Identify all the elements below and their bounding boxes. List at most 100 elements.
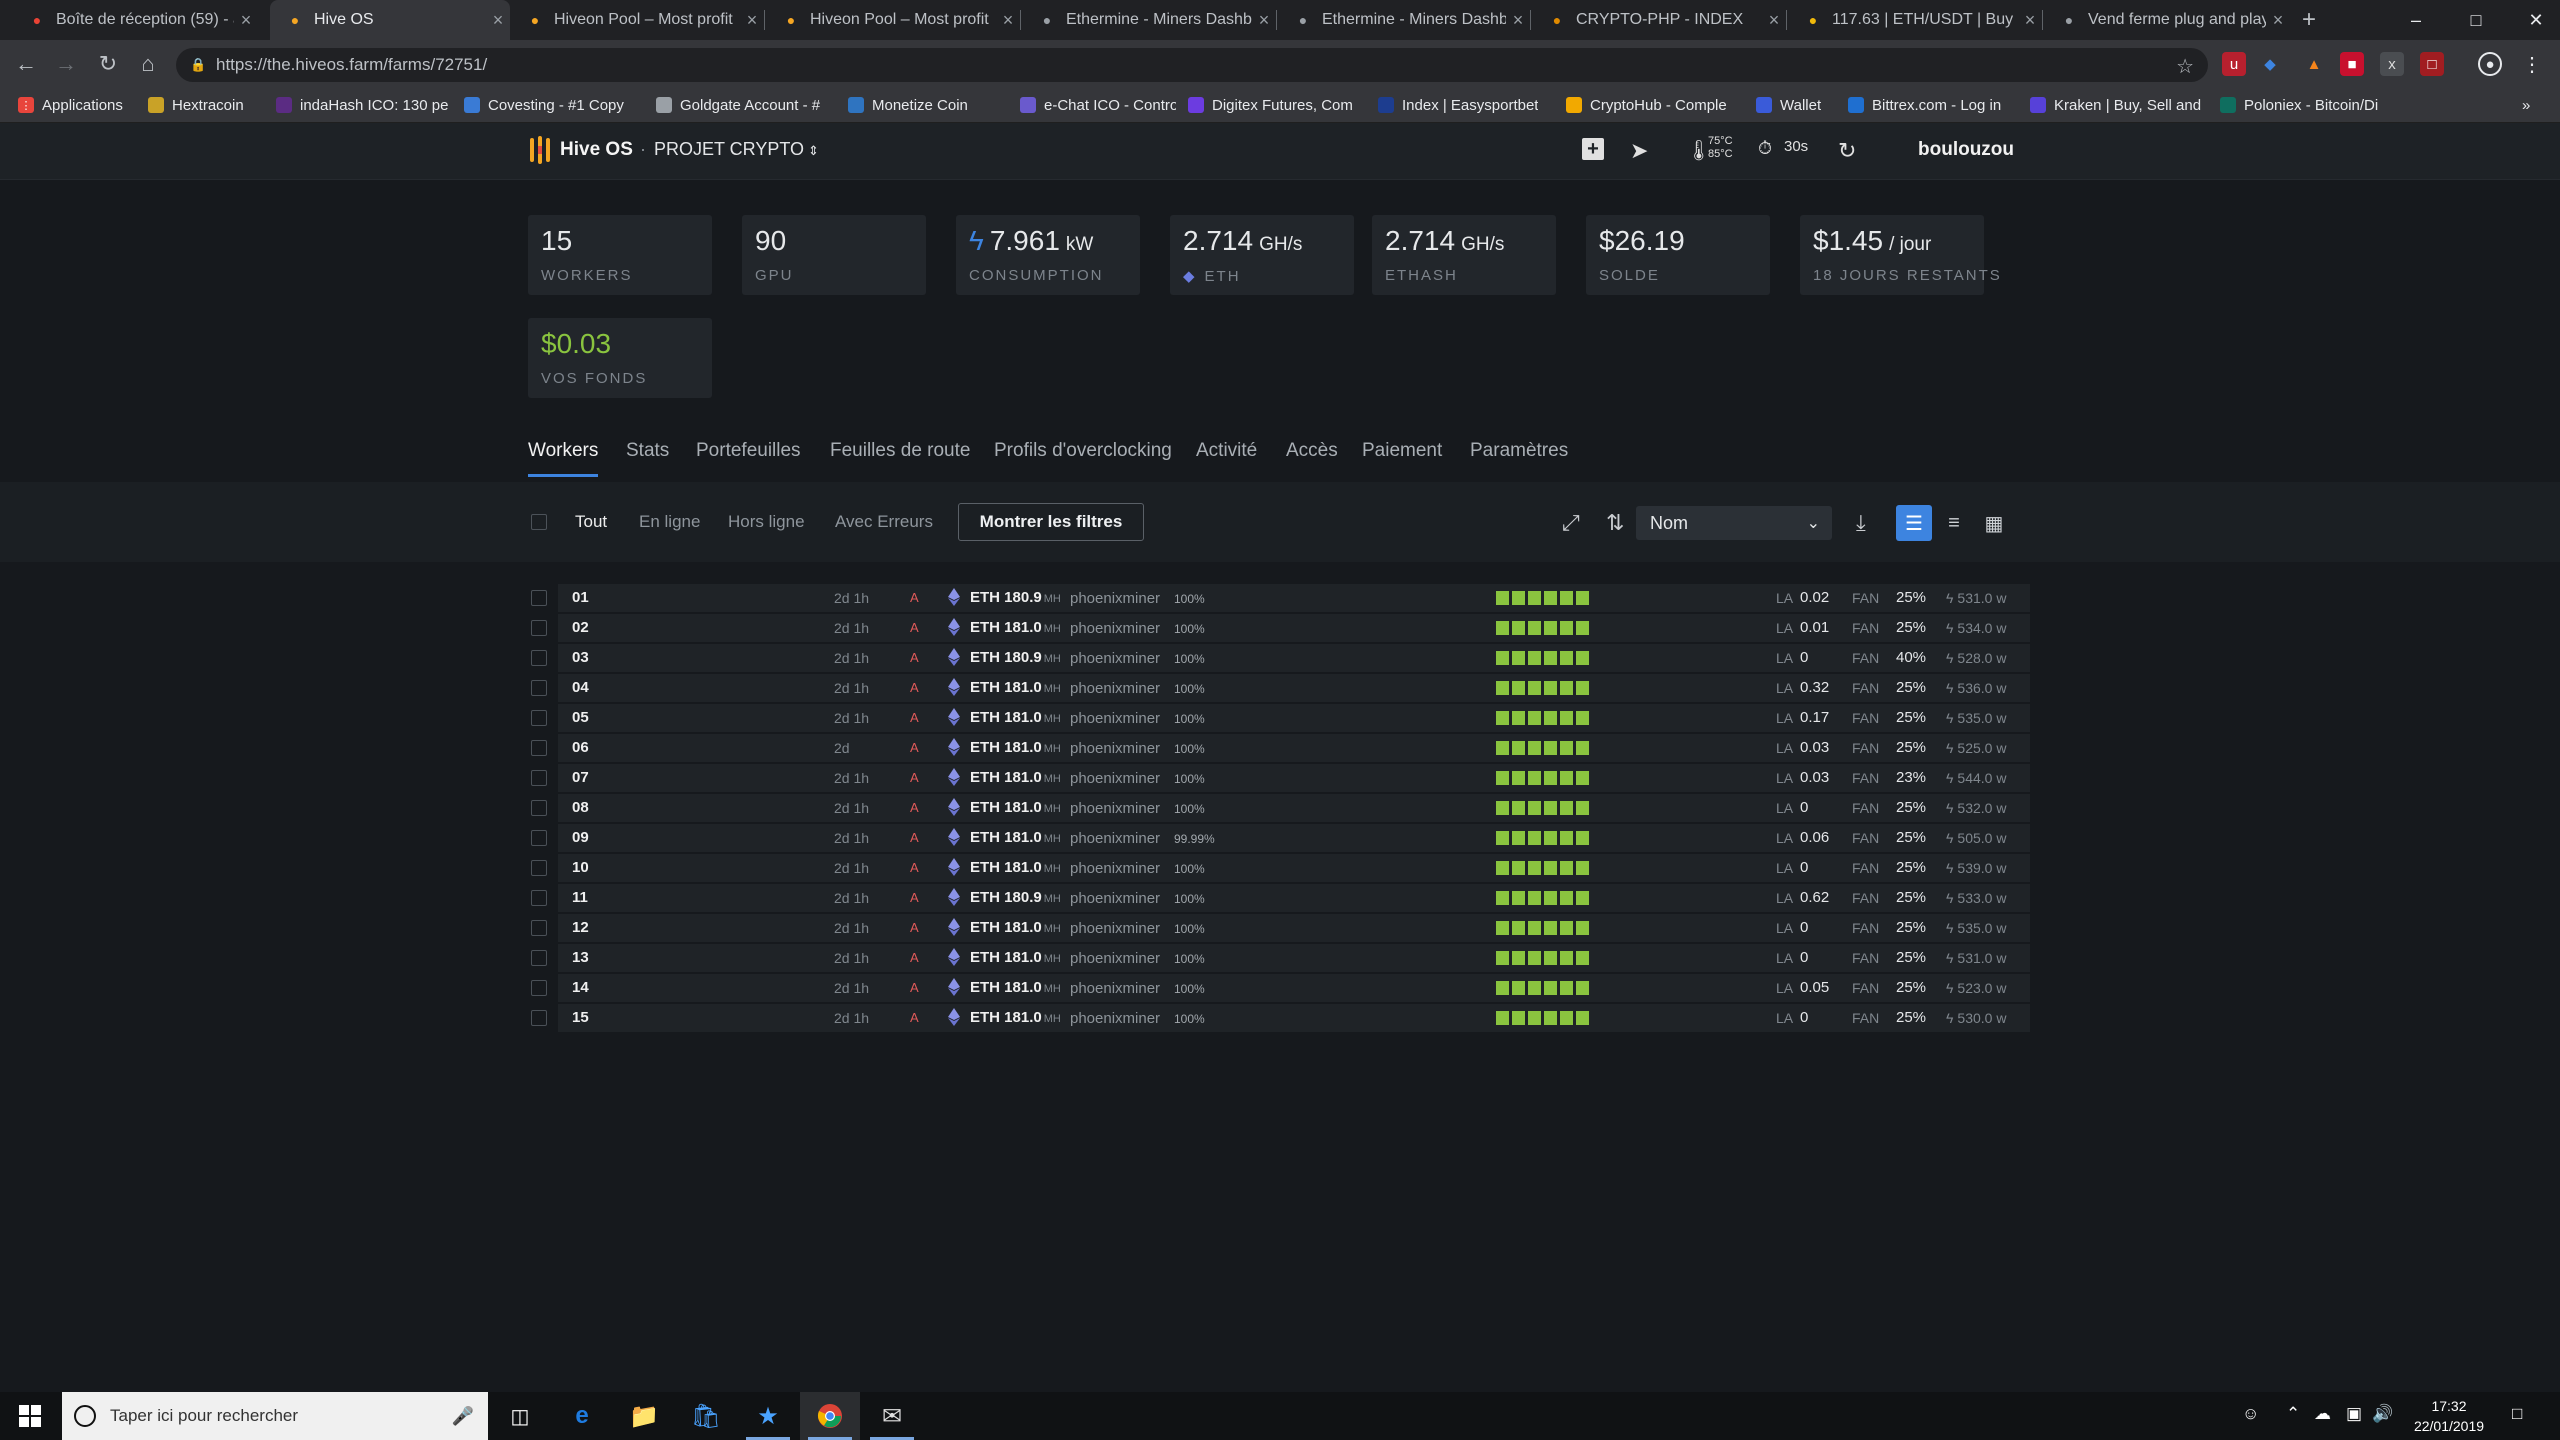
close-window-icon[interactable]: ✕ [2506, 0, 2560, 40]
worker-row[interactable]: 12 2d 1h A ETH 181.0 MH phoenixminer 100% LA 0 FA… [558, 914, 2030, 942]
worker-row[interactable]: 05 2d 1h A ETH 181.0 MH phoenixminer 100% LA 0.1… [558, 704, 2030, 732]
taskbar-clock[interactable]: 17:32 22/01/2019 [2410, 1396, 2488, 1436]
rocket-icon[interactable]: ➤ [1630, 138, 1648, 164]
hiveos-logo[interactable]: Hive OS [528, 136, 633, 164]
browser-tab[interactable]: ● Hiveon Pool – Most profit × [510, 0, 764, 40]
mail-app-icon[interactable]: ✉ [862, 1392, 922, 1440]
bookmark-item[interactable]: Poloniex - Bitcoin/Di [2220, 94, 2378, 116]
maximize-icon[interactable]: □ [2446, 0, 2506, 40]
bookmark-item[interactable]: Hextracoin [148, 94, 244, 116]
bookmark-item[interactable]: Covesting - #1 Copy [464, 94, 624, 116]
worker-row[interactable]: 14 2d 1h A ETH 181.0 MH phoenixminer 100% LA 0.0… [558, 974, 2030, 1002]
extension-gray-icon[interactable]: x [2380, 52, 2404, 76]
profile-avatar-icon[interactable]: ● [2478, 52, 2502, 76]
browser-tab[interactable]: ● Ethermine - Miners Dashb × [1278, 0, 1530, 40]
worker-name[interactable]: 03 [572, 649, 589, 666]
worker-name[interactable]: 10 [572, 859, 589, 876]
tab-profils-d-overclocking[interactable]: Profils d'overclocking [994, 440, 1172, 462]
worker-row[interactable]: 11 2d 1h A ETH 180.9 MH phoenixminer 100% LA 0.6… [558, 884, 2030, 912]
home-icon[interactable]: ⌂ [136, 51, 160, 76]
worker-checkbox[interactable] [531, 950, 547, 966]
farm-selector[interactable]: · PROJET CRYPTO ⇕ [640, 139, 819, 160]
close-tab-icon[interactable]: × [740, 10, 764, 31]
bookmark-item[interactable]: ⋮ Applications [18, 94, 123, 116]
bookmark-item[interactable]: Monetize Coin [848, 94, 968, 116]
worker-checkbox[interactable] [531, 770, 547, 786]
browser-tab[interactable]: ● CRYPTO-PHP - INDEX × [1532, 0, 1786, 40]
close-tab-icon[interactable]: × [2018, 10, 2042, 31]
list-view-button[interactable]: ☰ [1896, 505, 1932, 541]
filter-hors-ligne[interactable]: Hors ligne [728, 512, 805, 532]
bookmark-item[interactable]: Goldgate Account - # [656, 94, 820, 116]
windows-start-icon[interactable] [0, 1392, 60, 1440]
worker-name[interactable]: 07 [572, 769, 589, 786]
worker-checkbox[interactable] [531, 590, 547, 606]
close-tab-icon[interactable]: × [1506, 10, 1530, 31]
worker-row[interactable]: 07 2d 1h A ETH 181.0 MH phoenixminer 100% LA 0.0… [558, 764, 2030, 792]
worker-row[interactable]: 10 2d 1h A ETH 181.0 MH phoenixminer 100% LA 0 FA… [558, 854, 2030, 882]
browser-tab[interactable]: ● Boîte de réception (59) - a × [12, 0, 258, 40]
tab-workers[interactable]: Workers [528, 440, 598, 462]
worker-name[interactable]: 05 [572, 709, 589, 726]
network-icon[interactable]: ▣ [2346, 1404, 2362, 1424]
app-icon-blue[interactable]: ★ [738, 1392, 798, 1440]
worker-checkbox[interactable] [531, 1010, 547, 1026]
edge-icon[interactable]: e [552, 1392, 612, 1440]
close-tab-icon[interactable]: × [1252, 10, 1276, 31]
tab-stats[interactable]: Stats [626, 440, 669, 462]
tab-param-tres[interactable]: Paramètres [1470, 440, 1568, 462]
worker-row[interactable]: 09 2d 1h A ETH 181.0 MH phoenixminer 99.99% LA 0… [558, 824, 2030, 852]
worker-checkbox[interactable] [531, 920, 547, 936]
chrome-icon[interactable] [800, 1392, 860, 1440]
bookmark-item[interactable]: Digitex Futures, Com [1188, 94, 1353, 116]
worker-checkbox[interactable] [531, 650, 547, 666]
worker-name[interactable]: 11 [572, 889, 588, 906]
worker-name[interactable]: 04 [572, 679, 589, 696]
close-tab-icon[interactable]: × [2266, 10, 2290, 31]
store-icon[interactable]: 🛍 [676, 1392, 736, 1440]
browser-tab[interactable]: ● 117.63 | ETH/USDT | Buy E × [1788, 0, 2042, 40]
tab-portefeuilles[interactable]: Portefeuilles [696, 440, 801, 462]
worker-name[interactable]: 15 [572, 1009, 589, 1026]
extension-red-icon[interactable]: ■ [2340, 52, 2364, 76]
tab-activit-[interactable]: Activité [1196, 440, 1257, 462]
worker-row[interactable]: 13 2d 1h A ETH 181.0 MH phoenixminer 100% LA 0 FA… [558, 944, 2030, 972]
tray-chevron-icon[interactable]: ⌃ [2286, 1404, 2300, 1424]
back-icon[interactable]: ← [14, 51, 38, 76]
worker-name[interactable]: 08 [572, 799, 589, 816]
worker-checkbox[interactable] [531, 980, 547, 996]
tab-acc-s[interactable]: Accès [1286, 440, 1338, 462]
bookmark-item[interactable]: e-Chat ICO - Control [1020, 94, 1176, 116]
expand-icon[interactable]: ⤢ [1562, 510, 1580, 536]
close-tab-icon[interactable]: × [234, 10, 258, 31]
worker-checkbox[interactable] [531, 740, 547, 756]
worker-row[interactable]: 15 2d 1h A ETH 181.0 MH phoenixminer 100% LA 0 FA… [558, 1004, 2030, 1032]
browser-tab[interactable]: ● Hiveon Pool – Most profit × [766, 0, 1020, 40]
compact-view-button[interactable]: ≡ [1936, 505, 1972, 541]
worker-name[interactable]: 01 [572, 589, 589, 606]
close-tab-icon[interactable]: × [996, 10, 1020, 31]
onedrive-icon[interactable]: ☁ [2314, 1404, 2331, 1424]
file-explorer-icon[interactable]: 📁 [614, 1392, 674, 1440]
grid-view-button[interactable]: ▦ [1976, 505, 2012, 541]
download-icon[interactable]: ⤓ [1856, 510, 1866, 536]
worker-name[interactable]: 09 [572, 829, 589, 846]
worker-checkbox[interactable] [531, 800, 547, 816]
new-tab-button[interactable]: + [2292, 0, 2328, 40]
tab-paiement[interactable]: Paiement [1362, 440, 1442, 462]
username[interactable]: boulouzou [1918, 139, 2014, 161]
bookmark-item[interactable]: Wallet [1756, 94, 1821, 116]
minimize-icon[interactable]: – [2386, 0, 2446, 40]
worker-name[interactable]: 13 [572, 949, 589, 966]
worker-checkbox[interactable] [531, 710, 547, 726]
add-worker-icon[interactable]: + [1582, 138, 1604, 160]
extension-metamask-icon[interactable]: ▲ [2302, 52, 2326, 76]
worker-row[interactable]: 08 2d 1h A ETH 181.0 MH phoenixminer 100% LA 0 FA… [558, 794, 2030, 822]
browser-tab[interactable]: ● Ethermine - Miners Dashb × [1022, 0, 1276, 40]
worker-name[interactable]: 06 [572, 739, 589, 756]
worker-checkbox[interactable] [531, 860, 547, 876]
bookmark-item[interactable]: Index | Easysportbet [1378, 94, 1538, 116]
browser-tab[interactable]: ● Hive OS × [270, 0, 510, 40]
task-view-icon[interactable]: ◫ [490, 1392, 550, 1440]
bookmark-item[interactable]: Bittrex.com - Log in [1848, 94, 2001, 116]
